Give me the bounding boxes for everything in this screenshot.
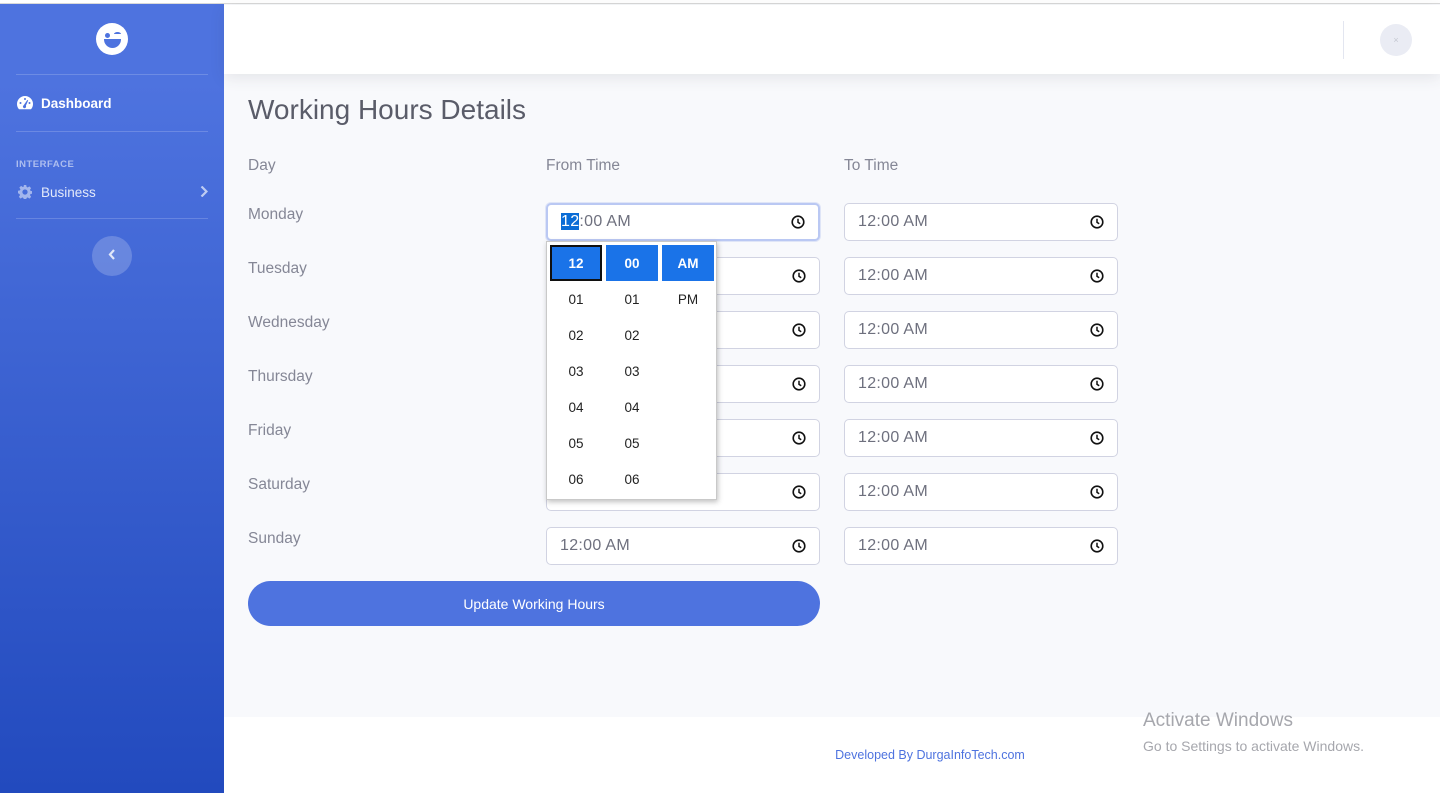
picker-hour-option[interactable]: 12 xyxy=(550,245,602,281)
clock-icon[interactable] xyxy=(1090,269,1104,283)
to-time-input-friday[interactable]: 12:00 AM xyxy=(844,419,1118,457)
clock-icon[interactable] xyxy=(792,323,806,337)
update-working-hours-button[interactable]: Update Working Hours xyxy=(248,581,820,626)
laugh-wink-icon xyxy=(96,23,128,55)
to-time-input-monday[interactable]: 12:00 AM xyxy=(844,203,1118,241)
sidebar-toggle-button[interactable] xyxy=(92,236,132,276)
watermark-title: Activate Windows xyxy=(1143,710,1293,731)
clock-icon[interactable] xyxy=(792,269,806,283)
hour-segment-selected: 12 xyxy=(561,213,580,230)
clock-icon[interactable] xyxy=(1090,431,1104,445)
to-time-input-saturday[interactable]: 12:00 AM xyxy=(844,473,1118,511)
picker-minute-option[interactable]: 05 xyxy=(606,425,658,461)
picker-meridiem-option[interactable]: PM xyxy=(662,281,714,317)
to-time-input-thursday[interactable]: 12:00 AM xyxy=(844,365,1118,403)
picker-meridiem-column: AM PM xyxy=(662,245,714,317)
from-time-input-monday[interactable]: 12:00 AM xyxy=(546,203,820,241)
picker-hour-option[interactable]: 01 xyxy=(550,281,602,317)
sidebar-item-dashboard[interactable]: Dashboard xyxy=(0,75,224,131)
to-time-input-tuesday[interactable]: 12:00 AM xyxy=(844,257,1118,295)
windows-activation-watermark: Activate Windows Go to Settings to activ… xyxy=(1143,710,1364,754)
clock-icon[interactable] xyxy=(792,485,806,499)
day-label-wednesday: Wednesday xyxy=(248,314,330,331)
picker-minute-option[interactable]: 02 xyxy=(606,317,658,353)
clock-icon[interactable] xyxy=(791,215,805,229)
column-header-from-time: From Time xyxy=(546,157,621,174)
clock-icon[interactable] xyxy=(1090,215,1104,229)
clock-icon[interactable] xyxy=(792,431,806,445)
day-label-saturday: Saturday xyxy=(248,476,311,493)
column-header-to-time: To Time xyxy=(844,157,899,174)
clock-icon[interactable] xyxy=(1090,539,1104,553)
sidebar: Dashboard INTERFACE Business xyxy=(0,4,224,793)
picker-hour-option[interactable]: 04 xyxy=(550,389,602,425)
picker-minute-column: 00 01 02 03 04 05 06 xyxy=(606,245,658,497)
sidebar-item-label: Dashboard xyxy=(41,95,112,111)
picker-minute-option[interactable]: 00 xyxy=(606,245,658,281)
picker-hour-option[interactable]: 06 xyxy=(550,461,602,497)
picker-minute-option[interactable]: 03 xyxy=(606,353,658,389)
tachometer-icon xyxy=(16,95,33,112)
sidebar-item-label: Business xyxy=(41,184,96,200)
chevron-left-icon xyxy=(108,247,116,265)
picker-meridiem-option[interactable]: AM xyxy=(662,245,714,281)
sidebar-brand[interactable] xyxy=(0,4,224,74)
topbar: × xyxy=(224,5,1440,74)
clock-icon[interactable] xyxy=(1090,377,1104,391)
watermark-subtitle: Go to Settings to activate Windows. xyxy=(1143,738,1364,754)
day-label-thursday: Thursday xyxy=(248,368,313,385)
sidebar-divider xyxy=(16,218,208,219)
from-time-input-sunday[interactable]: 12:00 AM xyxy=(546,527,820,565)
sidebar-heading: INTERFACE xyxy=(16,159,75,170)
time-segment-rest: :00 AM xyxy=(579,213,632,230)
column-header-day: Day xyxy=(248,157,276,174)
chevron-right-icon xyxy=(200,184,209,200)
to-time-input-sunday[interactable]: 12:00 AM xyxy=(844,527,1118,565)
sidebar-item-business[interactable]: Business xyxy=(0,172,224,212)
picker-minute-option[interactable]: 06 xyxy=(606,461,658,497)
clock-icon[interactable] xyxy=(1090,323,1104,337)
clock-icon[interactable] xyxy=(792,377,806,391)
to-time-input-wednesday[interactable]: 12:00 AM xyxy=(844,311,1118,349)
page-title: Working Hours Details xyxy=(248,94,527,125)
picker-minute-option[interactable]: 04 xyxy=(606,389,658,425)
clock-icon[interactable] xyxy=(1090,485,1104,499)
picker-hour-option[interactable]: 05 xyxy=(550,425,602,461)
time-picker-dropdown: 12 01 02 03 04 05 06 00 01 02 03 04 05 0… xyxy=(546,241,717,500)
topbar-divider xyxy=(1343,21,1344,59)
picker-hour-option[interactable]: 02 xyxy=(550,317,602,353)
day-label-friday: Friday xyxy=(248,422,292,439)
picker-minute-option[interactable]: 01 xyxy=(606,281,658,317)
footer-credit: Developed By DurgaInfoTech.com xyxy=(835,748,1025,762)
day-label-monday: Monday xyxy=(248,206,304,223)
clock-icon[interactable] xyxy=(792,539,806,553)
picker-hour-option[interactable]: 03 xyxy=(550,353,602,389)
day-label-sunday: Sunday xyxy=(248,530,301,547)
cog-icon xyxy=(16,184,33,201)
user-avatar[interactable]: × xyxy=(1380,24,1412,56)
day-label-tuesday: Tuesday xyxy=(248,260,307,277)
picker-hour-column: 12 01 02 03 04 05 06 xyxy=(550,245,602,497)
